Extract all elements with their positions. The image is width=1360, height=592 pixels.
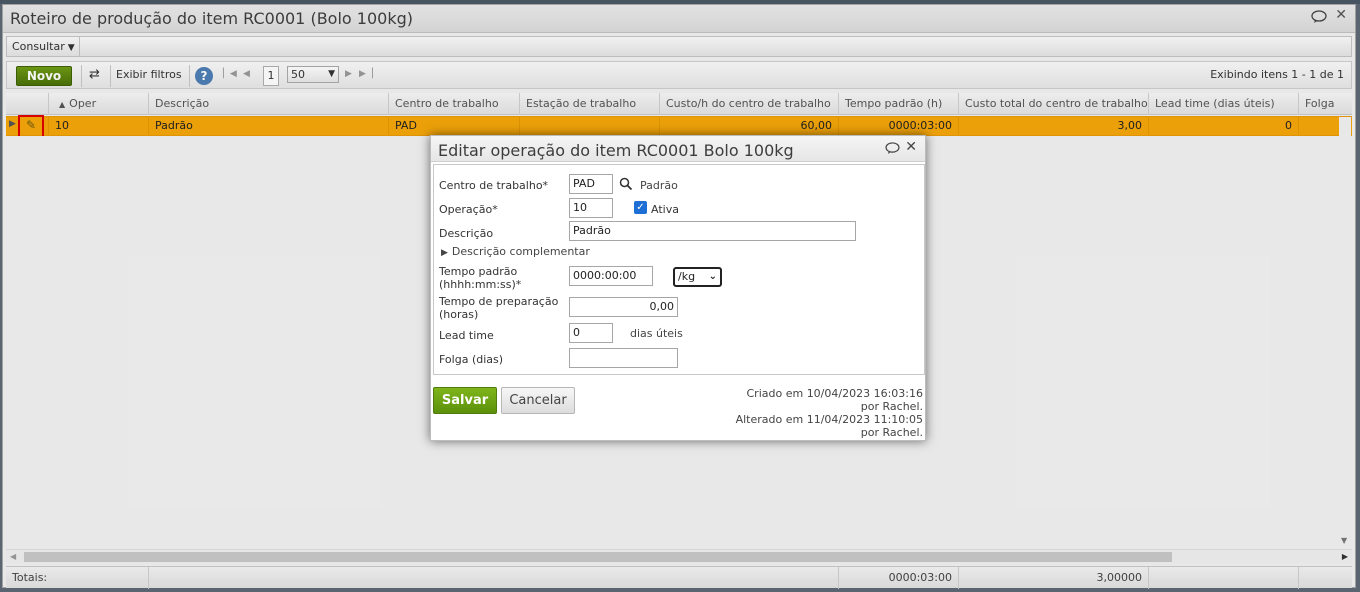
operacao-field[interactable]: 10 xyxy=(569,198,613,218)
tempo-format-label: (hhhh:mm:ss)* xyxy=(439,278,522,291)
edit-operation-dialog: Editar operação do item RC0001 Bolo 100k… xyxy=(430,135,926,441)
folga-field[interactable] xyxy=(569,348,678,368)
descricao-complementar-label: Descrição complementar xyxy=(451,245,590,258)
salvar-button[interactable]: Salvar xyxy=(433,387,497,414)
folga-label: Folga (dias) xyxy=(439,353,504,366)
centro-field[interactable]: PAD xyxy=(569,174,613,194)
search-icon[interactable] xyxy=(619,177,633,191)
tempo-label: Tempo padrão xyxy=(439,265,518,278)
preparacao-unit-label: (horas) xyxy=(439,308,479,321)
dialog-title: Editar operação do item RC0001 Bolo 100k… xyxy=(438,141,794,160)
ativa-label: Ativa xyxy=(651,203,679,216)
unidade-value: /kg xyxy=(678,270,696,283)
centro-label: Centro de trabalho* xyxy=(439,179,549,192)
caret-right-icon: ▶ xyxy=(441,248,448,258)
modified-by: por Rachel. xyxy=(860,426,923,439)
modified-info: Alterado em 11/04/2023 11:10:05 xyxy=(735,413,923,426)
descricao-label: Descrição xyxy=(439,227,494,240)
preparacao-field[interactable]: 0,00 xyxy=(569,297,678,317)
chevron-down-icon: ⌄ xyxy=(708,271,717,282)
preparacao-label: Tempo de preparação xyxy=(439,295,559,308)
created-by: por Rachel. xyxy=(860,400,923,413)
descricao-complementar-toggle[interactable]: ▶ Descrição complementar xyxy=(441,245,590,258)
descricao-field[interactable]: Padrão xyxy=(569,221,856,241)
created-info: Criado em 10/04/2023 16:03:16 xyxy=(746,387,924,400)
operation-form: Centro de trabalho* PAD Padrão Operação*… xyxy=(433,164,925,375)
cancelar-button[interactable]: Cancelar xyxy=(501,387,575,414)
centro-lookup-value: Padrão xyxy=(640,179,678,192)
unidade-select[interactable]: /kg ⌄ xyxy=(673,267,722,287)
dias-uteis-label: dias úteis xyxy=(630,327,683,340)
dialog-close-icon[interactable]: ✕ xyxy=(905,139,917,155)
operacao-label: Operação* xyxy=(439,203,498,216)
tempo-padrao-field[interactable]: 0000:00:00 xyxy=(569,266,653,286)
comment-icon[interactable] xyxy=(885,142,900,154)
lead-time-label: Lead time xyxy=(439,329,494,342)
lead-time-field[interactable]: 0 xyxy=(569,323,613,343)
ativa-checkbox[interactable]: ✓ xyxy=(634,201,647,214)
dialog-titlebar: Editar operação do item RC0001 Bolo 100k… xyxy=(431,136,925,162)
